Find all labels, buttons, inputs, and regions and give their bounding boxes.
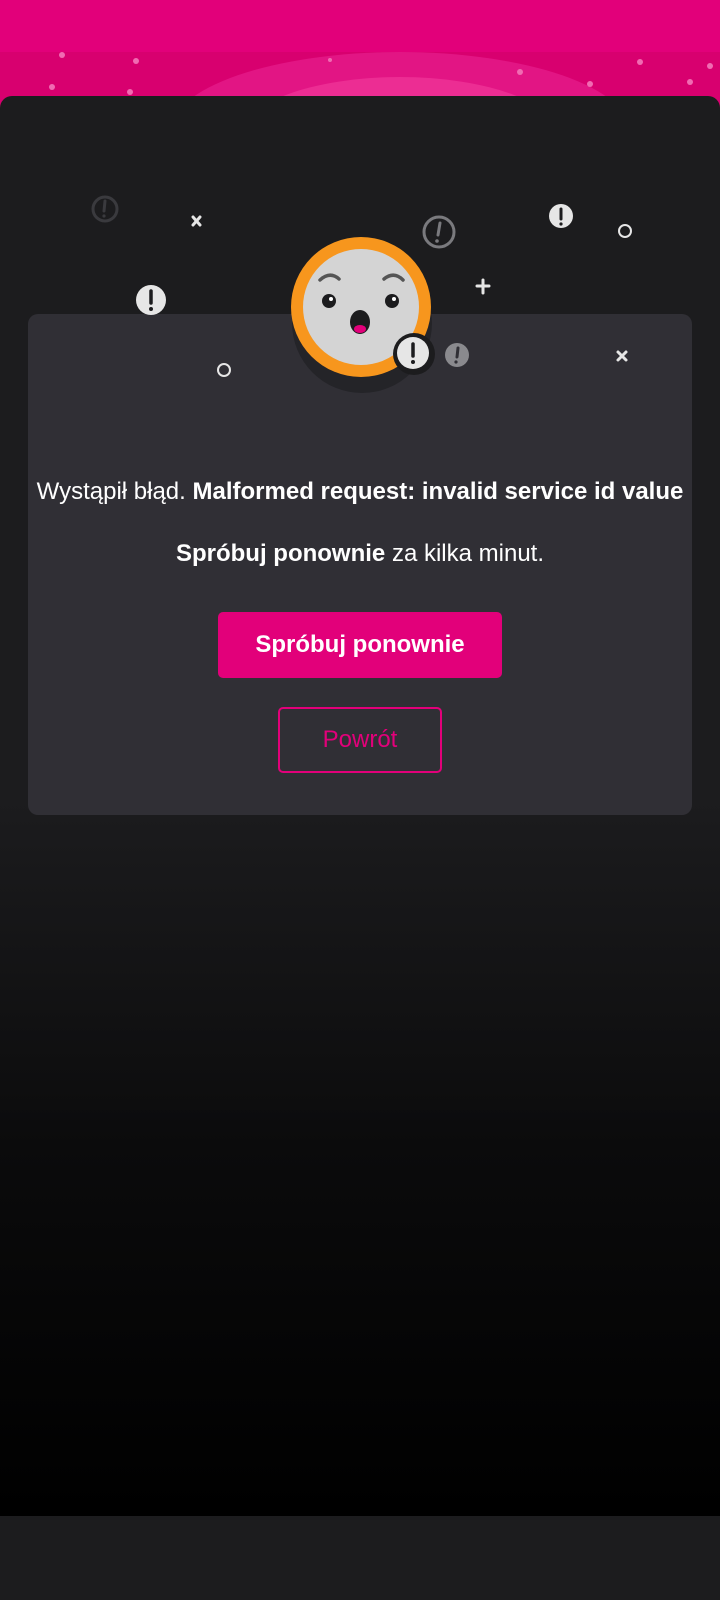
exclamation-icon (422, 215, 456, 249)
error-illustration (0, 0, 720, 420)
sad-face-icon (291, 237, 435, 393)
retry-hint: Spróbuj ponownie za kilka minut. (0, 538, 720, 570)
exclamation-icon (445, 343, 469, 367)
circle-icon (618, 224, 632, 238)
exclamation-icon (91, 195, 119, 223)
close-icon (616, 350, 628, 362)
plus-icon (475, 278, 491, 295)
error-detail: Malformed request: invalid service id va… (192, 478, 684, 505)
exclamation-icon (136, 285, 166, 315)
retry-hint-rest: za kilka minut. (391, 540, 545, 567)
retry-button[interactable]: Spróbuj ponownie (218, 612, 502, 678)
error-message: Wystąpił błąd. Malformed request: invali… (0, 476, 720, 508)
retry-hint-bold: Spróbuj ponownie (175, 540, 386, 567)
navigation-bar (0, 1516, 720, 1600)
close-icon (191, 215, 202, 227)
exclamation-icon (549, 204, 573, 228)
error-prefix: Wystąpił błąd. (36, 478, 186, 505)
circle-icon (217, 363, 231, 377)
back-button[interactable]: Powrót (278, 707, 442, 773)
